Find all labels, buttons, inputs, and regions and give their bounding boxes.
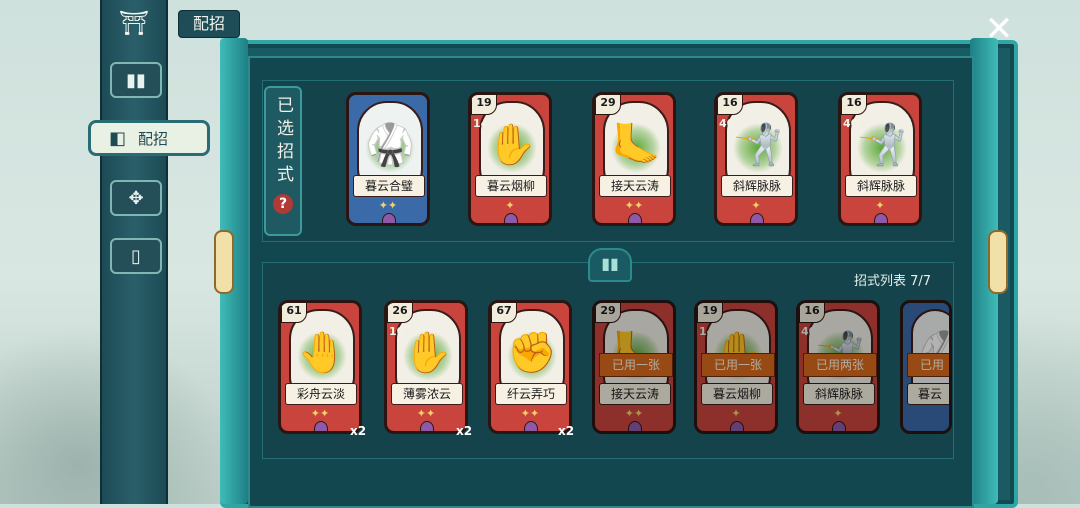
page-title: 配招 xyxy=(178,10,241,38)
selected-card[interactable]: 🦶 29 接天云涛 ✦✦ xyxy=(592,92,676,226)
gem-icon xyxy=(628,213,642,223)
card-cost: 26 xyxy=(387,303,413,323)
stomp-icon: 🦶 xyxy=(611,122,661,168)
deck-divider-icon: ▮▮ xyxy=(588,248,632,282)
card-stars: ✦✦ xyxy=(416,407,436,420)
used-badge: 已用一张 xyxy=(599,353,673,377)
card-stars: ✦ xyxy=(731,407,741,420)
card-stars: ✦ xyxy=(875,199,885,212)
card-subcost: 10 xyxy=(389,325,405,338)
gem-icon xyxy=(750,213,764,223)
used-badge: 已用一张 xyxy=(701,353,775,377)
scroll-knob-left xyxy=(214,230,234,294)
card-quantity: x2 xyxy=(558,424,575,438)
used-badge: 已用两张 xyxy=(803,353,877,377)
list-count-label: 招式列表 7/7 xyxy=(854,274,932,289)
card-cost: 19 xyxy=(471,95,497,115)
card-stars: ✦✦ xyxy=(378,199,398,212)
sidebar-item-deck[interactable]: ◧ 配招 xyxy=(88,120,210,156)
gem-icon xyxy=(420,421,434,431)
fighter-icon: 🤺 xyxy=(733,122,783,168)
card-cost: 29 xyxy=(595,95,621,115)
sidebar-item-label: 配招 xyxy=(138,129,169,148)
card-stars: ✦ xyxy=(505,199,515,212)
list-card[interactable]: 🤺 16 40 已用两张 斜辉脉脉 ✦ xyxy=(796,300,880,434)
sidebar: ⛩ ▮▮ ◧ 配招 ✥ ▯ xyxy=(88,0,210,504)
card-name: 暮云烟柳 xyxy=(701,383,773,405)
sidebar-item-cards[interactable]: ▮▮ xyxy=(110,62,162,98)
card-stars: ✦ xyxy=(751,199,761,212)
list-card[interactable]: 🤚 61 彩舟云淡 ✦✦ xyxy=(278,300,362,434)
card-name: 暮云合璧 xyxy=(353,175,425,197)
gem-icon xyxy=(382,213,396,223)
list-card[interactable]: ✋ 19 14 已用一张 暮云烟柳 ✦ xyxy=(694,300,778,434)
cards-icon: ▮▮ xyxy=(126,69,146,91)
palm-icon: ✋ xyxy=(403,330,453,376)
card-stars: ✦✦ xyxy=(520,407,540,420)
list-card[interactable]: 🦶 29 已用一张 接天云涛 ✦✦ xyxy=(592,300,676,434)
gem-icon xyxy=(504,213,518,223)
palm-icon: 🤚 xyxy=(297,330,347,376)
emblem-icon: ✥ xyxy=(128,187,144,209)
card-name: 薄雾浓云 xyxy=(391,383,463,405)
list-card[interactable]: ✊ 67 纤云弄巧 ✦✦ xyxy=(488,300,572,434)
card-stars: ✦✦ xyxy=(624,407,644,420)
card-stars: ✦✦ xyxy=(310,407,330,420)
card-icon: ▯ xyxy=(131,245,141,267)
card-name: 彩舟云淡 xyxy=(285,383,357,405)
deck-icon: ◧ xyxy=(109,127,127,149)
warrior-icon: 🥋 xyxy=(365,122,415,168)
card-name: 纤云弄巧 xyxy=(495,383,567,405)
fist-icon: ✊ xyxy=(507,330,557,376)
card-name: 斜辉脉脉 xyxy=(721,175,793,197)
selected-card[interactable]: 🤺 16 40 斜辉脉脉 ✦ xyxy=(838,92,922,226)
selected-label-text: 已选招式 xyxy=(273,96,293,188)
gem-icon xyxy=(628,421,642,431)
list-card-partial[interactable]: 🥋 已用 暮云 xyxy=(900,300,952,434)
card-cost: 29 xyxy=(595,303,621,323)
card-cost: 16 xyxy=(717,95,743,115)
gem-icon xyxy=(874,213,888,223)
card-subcost: 40 xyxy=(801,325,817,338)
card-cost: 19 xyxy=(697,303,723,323)
selected-card[interactable]: 🤺 16 40 斜辉脉脉 ✦ xyxy=(714,92,798,226)
selected-card[interactable]: 🥋 暮云合璧 ✦✦ xyxy=(346,92,430,226)
card-name: 接天云涛 xyxy=(599,383,671,405)
palm-icon: ✋ xyxy=(487,122,537,168)
card-cost: 16 xyxy=(841,95,867,115)
pavilion-icon[interactable]: ⛩ xyxy=(114,8,154,38)
card-subcost: 40 xyxy=(719,117,735,130)
gem-icon xyxy=(524,421,538,431)
gem-icon xyxy=(730,421,744,431)
card-name: 暮云 xyxy=(907,383,949,405)
card-name: 斜辉脉脉 xyxy=(803,383,875,405)
card-stars: ✦ xyxy=(833,407,843,420)
card-cost: 61 xyxy=(281,303,307,323)
card-name: 接天云涛 xyxy=(599,175,671,197)
fighter-icon: 🤺 xyxy=(857,122,907,168)
card-cost: 16 xyxy=(799,303,825,323)
card-quantity: x2 xyxy=(350,424,367,438)
list-card[interactable]: ✋ 26 10 薄雾浓云 ✦✦ xyxy=(384,300,468,434)
sidebar-item-emblem[interactable]: ✥ xyxy=(110,180,162,216)
selected-section-label: 已选招式 ? xyxy=(264,86,302,236)
card-subcost: 40 xyxy=(843,117,859,130)
card-quantity: x2 xyxy=(456,424,473,438)
scroll-knob-right xyxy=(988,230,1008,294)
card-subcost: 14 xyxy=(699,325,715,338)
gem-icon xyxy=(832,421,846,431)
gem-icon xyxy=(314,421,328,431)
help-icon[interactable]: ? xyxy=(273,194,293,214)
card-stars: ✦✦ xyxy=(624,199,644,212)
card-name: 斜辉脉脉 xyxy=(845,175,917,197)
card-subcost: 14 xyxy=(473,117,489,130)
card-name: 暮云烟柳 xyxy=(475,175,547,197)
card-cost: 67 xyxy=(491,303,517,323)
used-badge: 已用 xyxy=(907,353,949,377)
sidebar-item-card[interactable]: ▯ xyxy=(110,238,162,274)
selected-card[interactable]: ✋ 19 14 暮云烟柳 ✦ xyxy=(468,92,552,226)
